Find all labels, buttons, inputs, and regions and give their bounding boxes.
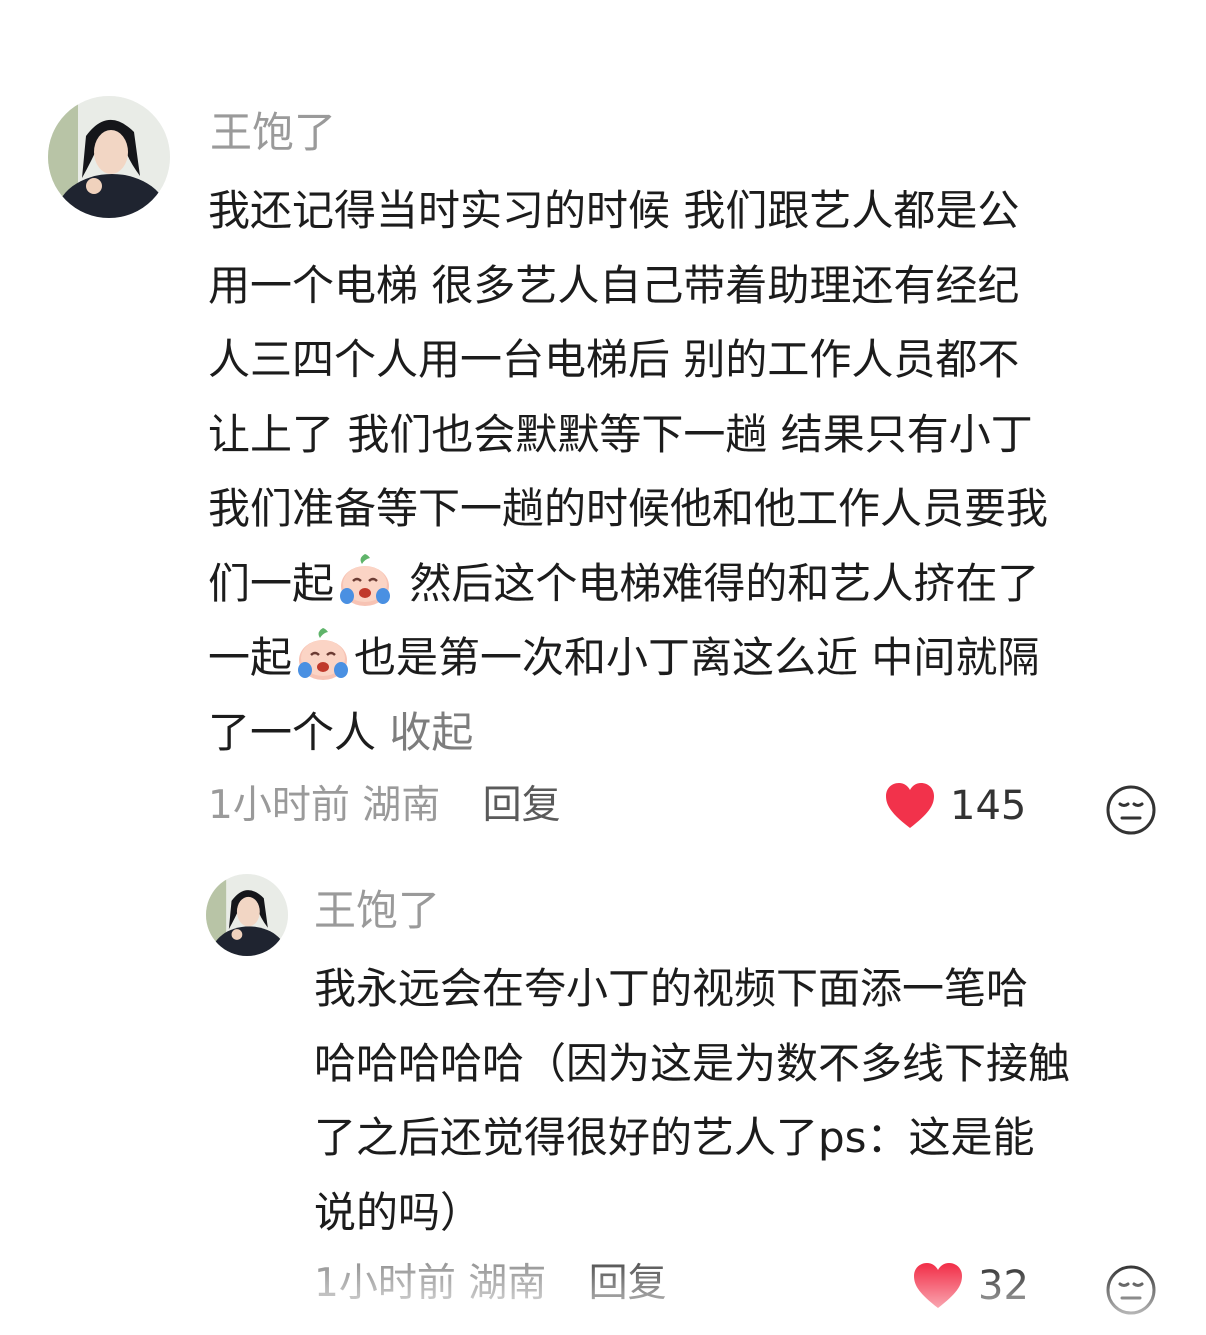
- reply-text: 我永远会在夸小丁的视频下面添一笔哈 哈哈哈哈哈（因为这是为数不多线下接触 了之后…: [314, 952, 1174, 1250]
- reply-line: 我永远会在夸小丁的视频下面添一笔哈: [314, 964, 1029, 1013]
- comment-time: 1小时前: [208, 783, 350, 828]
- reply-like-count: 32: [978, 1263, 1029, 1309]
- avatar-photo-icon: [206, 874, 288, 956]
- dislike-face-icon[interactable]: [1105, 784, 1157, 836]
- reply-avatar[interactable]: [206, 874, 288, 956]
- reply-line: 了之后还觉得很好的艺人了ps：这是能: [314, 1113, 1035, 1162]
- comment-line: 们一起 然后这个电梯难得的和艺人挤在了: [208, 547, 1168, 622]
- comment-author[interactable]: 王饱了: [210, 112, 336, 154]
- reply-button[interactable]: 回复: [483, 783, 561, 828]
- heart-icon: [914, 1263, 962, 1308]
- comment-line: 我还记得当时实习的时候 我们跟艺人都是公: [208, 186, 1020, 235]
- comment-text-segment: 然后这个电梯难得的和艺人挤在了: [396, 558, 1040, 608]
- reply-reply-button[interactable]: 回复: [589, 1261, 667, 1306]
- collapse-link[interactable]: 收起: [389, 708, 473, 757]
- reply-time: 1小时前: [314, 1261, 456, 1306]
- reply-meta: 1小时前 湖南 回复: [314, 1264, 667, 1303]
- avatar-photo-icon: [48, 96, 170, 218]
- reply-location: 湖南: [468, 1261, 547, 1306]
- dislike-face-icon[interactable]: [1105, 1264, 1157, 1316]
- comment-meta: 1小时前 湖南 回复: [208, 786, 561, 825]
- heart-icon: [886, 783, 934, 828]
- comment-text-segment: 们一起: [208, 558, 335, 608]
- avatar[interactable]: [48, 96, 170, 218]
- comment-text-segment: 也是第一次和小丁离这么近 中间就隔: [354, 633, 1040, 682]
- reply-like-button[interactable]: 32: [912, 1262, 1029, 1310]
- reply-line: 哈哈哈哈哈（因为这是为数不多线下接触: [314, 1038, 1071, 1088]
- comment-text: 我还记得当时实习的时候 我们跟艺人都是公 用一个电梯 很多艺人自己带着助理还有经…: [208, 174, 1168, 770]
- reply-author[interactable]: 王饱了: [314, 890, 440, 932]
- comment-location: 湖南: [362, 783, 441, 828]
- comment-line: 人三四个人用一台电梯后 别的工作人员都不: [208, 335, 1020, 384]
- comment-line: 用一个电梯 很多艺人自己带着助理还有经纪: [208, 260, 1020, 310]
- reply-line: 说的吗）: [314, 1187, 483, 1237]
- comment-text-segment: 一起: [208, 633, 293, 682]
- like-count: 145: [950, 783, 1027, 829]
- comment-line: 一起 也是第一次和小丁离这么近 中间就隔: [208, 621, 1168, 696]
- crying-emoji-icon: [340, 553, 391, 606]
- comment-line: 我们准备等下一趟的时候他和他工作人员要我: [208, 484, 1049, 533]
- crying-emoji-icon: [298, 628, 349, 680]
- like-button[interactable]: 145: [884, 782, 1026, 830]
- comment-line: 了一个人 收起: [208, 696, 1168, 771]
- comment-line: 让上了 我们也会默默等下一趟 结果只有小丁: [208, 409, 1033, 459]
- comment-text-segment: 了一个人: [208, 707, 390, 757]
